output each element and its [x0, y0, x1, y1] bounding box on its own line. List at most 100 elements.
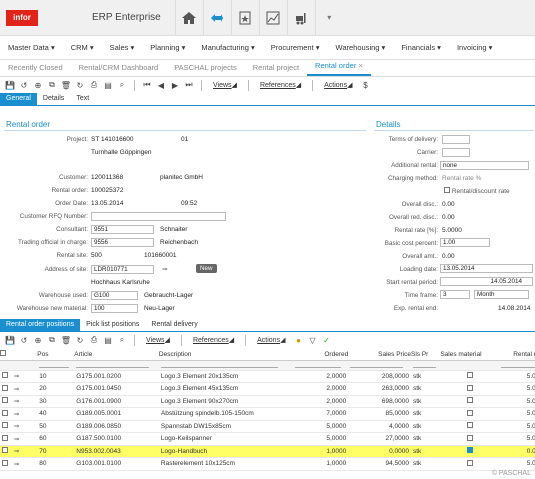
last-record-icon[interactable]: ⏭	[183, 79, 195, 91]
row-select-cell[interactable]	[0, 382, 12, 396]
time-frame-input[interactable]: 3	[440, 290, 470, 299]
tab-recently-closed[interactable]: Recently Closed	[0, 63, 71, 76]
checkbox[interactable]	[2, 447, 8, 454]
row-select-cell[interactable]	[0, 457, 12, 471]
row-select-cell[interactable]	[0, 420, 12, 433]
col-sls-pr[interactable]: Sls Pr	[411, 349, 441, 361]
row-link-icon[interactable]: ⇒	[11, 370, 38, 383]
consultant-input[interactable]: 9551	[91, 225, 154, 234]
close-icon[interactable]: ×	[358, 61, 362, 70]
checkbox[interactable]	[466, 459, 473, 466]
select-all-cell[interactable]	[0, 349, 12, 361]
check-icon[interactable]: ✓	[320, 334, 332, 346]
search-icon[interactable]: ⌕	[116, 79, 128, 91]
checkbox[interactable]	[466, 397, 473, 404]
menu-manufacturing[interactable]: Manufacturing ▾	[201, 43, 254, 52]
table-row[interactable]: ⇒ 50 G189.006.0850 Spannstab DW15x85cm 5,000…	[0, 420, 535, 433]
prev-record-icon[interactable]: ◀	[155, 79, 167, 91]
undo-icon[interactable]: ↺	[18, 79, 30, 91]
delete-icon[interactable]: 🗑	[60, 334, 72, 346]
filter-input[interactable]	[413, 361, 436, 368]
table-row[interactable]: ⇒ 20 G175.001.0450 Logo.3 Element 45x135cm 2…	[0, 382, 535, 396]
table-row[interactable]: ⇒ 30 G176.001.0900 Logo.3 Element 90x270cm 2…	[0, 395, 535, 408]
charging-discount-option[interactable]: Rental/discount rate	[444, 187, 510, 195]
checkbox[interactable]	[466, 372, 473, 379]
filter-icon[interactable]: ▽	[306, 334, 318, 346]
print-icon[interactable]: ⎙	[88, 334, 100, 346]
filter-input[interactable]	[295, 361, 342, 368]
row-select-cell[interactable]	[0, 445, 12, 458]
row-link-icon[interactable]: ⇒	[11, 395, 38, 408]
sales-material-cell[interactable]	[440, 445, 499, 458]
col-description[interactable]: Description	[158, 349, 294, 361]
row-link-icon[interactable]: ⇒	[11, 407, 38, 421]
address-input[interactable]: LDR010771	[91, 265, 154, 274]
new-icon[interactable]: ⊕	[32, 79, 44, 91]
sync-icon[interactable]	[202, 0, 231, 36]
menu-warehousing[interactable]: Warehousing ▾	[336, 43, 386, 52]
checkbox[interactable]	[0, 350, 6, 357]
tab-text[interactable]: Text	[70, 93, 95, 105]
tab-rental-crm-dashboard[interactable]: Rental/CRM Dashboard	[71, 63, 167, 76]
link-icon[interactable]: ⇒	[162, 265, 167, 273]
checkbox[interactable]	[466, 384, 473, 391]
tab-rental-delivery[interactable]: Rental delivery	[145, 319, 203, 331]
sales-material-cell[interactable]	[440, 382, 499, 396]
delete-icon[interactable]: 🗑	[60, 79, 72, 91]
undo-icon[interactable]: ↺	[18, 334, 30, 346]
checkbox[interactable]	[444, 187, 450, 193]
warehouse-input[interactable]: G100	[91, 291, 138, 300]
filter-input[interactable]	[160, 361, 279, 368]
tab-pick-list-positions[interactable]: Pick list positions	[80, 319, 145, 331]
star-doc-icon[interactable]	[230, 0, 259, 36]
col-article[interactable]: Article	[74, 349, 159, 361]
references-menu[interactable]: References◢	[260, 81, 301, 89]
forklift-icon[interactable]	[286, 0, 315, 36]
menu-invoicing[interactable]: Invoicing ▾	[457, 43, 492, 52]
save-icon[interactable]: 💾	[4, 334, 16, 346]
trading-input[interactable]: 9556	[91, 238, 154, 247]
row-link-icon[interactable]: ⇒	[11, 382, 38, 396]
checkbox[interactable]	[466, 447, 473, 454]
col-sales-material[interactable]: Sales material	[440, 349, 499, 361]
checkbox[interactable]	[466, 434, 473, 441]
chart-icon[interactable]	[258, 0, 287, 36]
additional-select[interactable]: none	[440, 161, 529, 170]
terms-input[interactable]	[442, 135, 470, 144]
col-rental-rate[interactable]: Rental rate	[498, 349, 535, 361]
actions-menu[interactable]: Actions◢	[257, 336, 285, 344]
checkbox[interactable]	[2, 459, 8, 466]
refresh-icon[interactable]: ↻	[74, 79, 86, 91]
col-sales-price[interactable]: Sales Price	[348, 349, 411, 361]
currency-icon[interactable]: $	[359, 79, 371, 91]
sales-material-cell[interactable]	[440, 420, 499, 433]
checkbox[interactable]	[466, 422, 473, 429]
menu-financials[interactable]: Financials ▾	[401, 43, 441, 52]
row-select-cell[interactable]	[0, 395, 12, 408]
dropdown-icon[interactable]: ▾	[314, 0, 343, 36]
tab-rental-order[interactable]: Rental order ×	[307, 61, 371, 76]
basic-cost-input[interactable]: 1.00	[440, 238, 490, 247]
table-row[interactable]: ⇒ 40 G189.005.0001 Abstützung spindelb.105-…	[0, 407, 535, 421]
sales-material-cell[interactable]	[440, 395, 499, 408]
menu-master-data[interactable]: Master Data ▾	[8, 43, 55, 52]
tab-rental-order-positions[interactable]: Rental order positions	[0, 319, 81, 331]
tab-paschal-projects[interactable]: PASCHAL projects	[166, 63, 245, 76]
sales-material-cell[interactable]	[440, 432, 499, 446]
tab-details[interactable]: Details	[37, 93, 70, 105]
menu-sales[interactable]: Sales ▾	[110, 43, 135, 52]
sales-material-cell[interactable]	[440, 370, 499, 383]
checkbox[interactable]	[466, 409, 473, 416]
export-icon[interactable]: ▤	[102, 79, 114, 91]
sales-material-cell[interactable]	[440, 407, 499, 421]
row-select-cell[interactable]	[0, 432, 12, 446]
start-date-input[interactable]: 14.05.2014	[440, 277, 533, 286]
copy-icon[interactable]: ⧉	[46, 79, 58, 91]
copy-icon[interactable]: ⧉	[46, 334, 58, 346]
next-record-icon[interactable]: ▶	[169, 79, 181, 91]
row-link-icon[interactable]: ⇒	[11, 432, 38, 446]
loading-date-input[interactable]: 13.05.2014	[440, 264, 533, 273]
save-icon[interactable]: 💾	[4, 79, 16, 91]
first-record-icon[interactable]: ⏮	[141, 79, 153, 91]
views-menu[interactable]: Views◢	[213, 81, 237, 89]
